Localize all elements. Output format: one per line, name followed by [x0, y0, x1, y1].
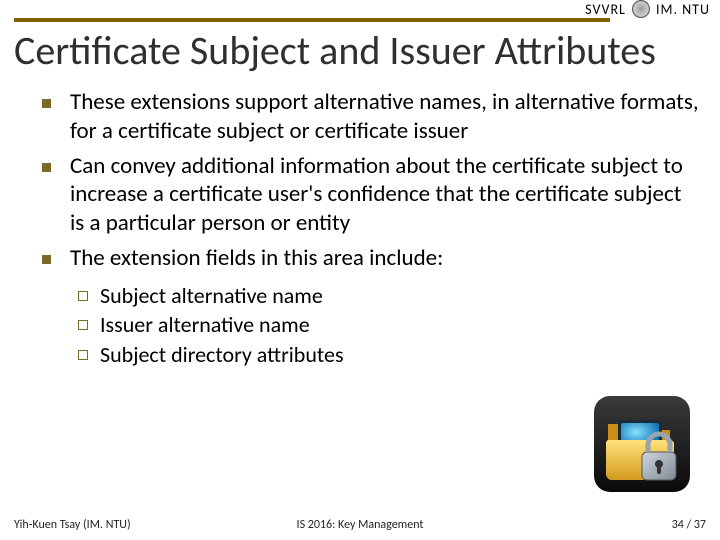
sub-bullet-list: Subject alternative name Issuer alternat… [78, 281, 700, 370]
bullet-item: Can convey additional information about … [48, 152, 700, 238]
lab-label: SVVRL [585, 1, 626, 18]
university-seal-icon [632, 0, 650, 18]
sub-bullet-item: Issuer alternative name [78, 310, 700, 340]
slide-footer: Yih-Kuen Tsay (IM. NTU) IS 2016: Key Man… [0, 518, 720, 532]
bullet-item: These extensions support alternative nam… [48, 88, 700, 146]
slide-header: SVVRL IM. NTU [0, 0, 720, 6]
footer-author: Yih-Kuen Tsay (IM. NTU) [14, 518, 245, 532]
sub-bullet-item: Subject directory attributes [78, 340, 700, 370]
footer-page-number: 34 / 37 [475, 518, 706, 532]
header-branding: SVVRL IM. NTU [585, 0, 710, 18]
main-bullet-list: These extensions support alternative nam… [48, 88, 700, 273]
security-clipart-icon [592, 394, 692, 494]
slide-title: Certificate Subject and Issuer Attribute… [0, 28, 720, 78]
title-rule [14, 18, 610, 22]
slide-body: These extensions support alternative nam… [0, 78, 720, 370]
bullet-item: The extension fields in this area includ… [48, 244, 700, 273]
footer-course: IS 2016: Key Management [245, 518, 476, 532]
department-label: IM. NTU [656, 1, 710, 18]
sub-bullet-item: Subject alternative name [78, 281, 700, 311]
